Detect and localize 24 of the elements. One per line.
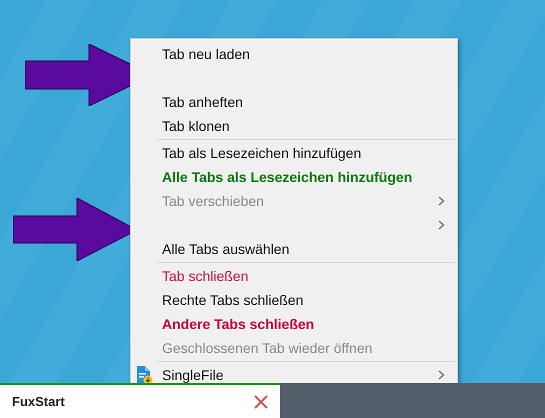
menu-item[interactable]: Tab schließen xyxy=(131,264,457,288)
menu-item-label: Tab klonen xyxy=(162,116,231,136)
menu-item-label: Tab anheften xyxy=(162,92,244,112)
browser-tab[interactable]: FuxStart xyxy=(0,383,280,418)
menu-item-label: Andere Tabs schließen xyxy=(162,314,316,334)
menu-item-label: Tab als Lesezeichen hinzufügen xyxy=(162,144,362,163)
menu-item[interactable]: Rechte Tabs schließen xyxy=(131,288,457,312)
menu-item-label: SingleFile xyxy=(162,366,224,385)
menu-item-label: Alle Tabs auswählen xyxy=(162,240,290,258)
menu-item[interactable]: Tab klonen xyxy=(131,114,457,138)
menu-item-label: Tab schließen xyxy=(162,266,250,286)
menu-item[interactable]: Andere Tabs schließen xyxy=(131,312,457,336)
menu-item-label: Geschlossenen Tab wieder öffnen xyxy=(162,338,374,358)
menu-item-label: Rechte Tabs schließen xyxy=(162,290,304,310)
menu-item[interactable]: Tab als Lesezeichen hinzufügen xyxy=(131,141,457,165)
menu-item[interactable]: Alle Tabs auswählen xyxy=(131,237,457,261)
menu-item-label: Tab verschieben xyxy=(162,192,265,210)
close-icon[interactable] xyxy=(254,394,268,408)
menu-item[interactable]: Tab neu laden xyxy=(131,42,457,66)
menu-item-label: Alle Tabs als Lesezeichen hinzufügen xyxy=(162,168,414,187)
menu-item[interactable]: Tab anheften xyxy=(131,90,457,114)
tab-title: FuxStart xyxy=(12,392,66,411)
menu-item-label: Tab neu laden xyxy=(162,44,251,64)
menu-item[interactable]: Alle Tabs als Lesezeichen hinzufügen xyxy=(131,165,457,189)
